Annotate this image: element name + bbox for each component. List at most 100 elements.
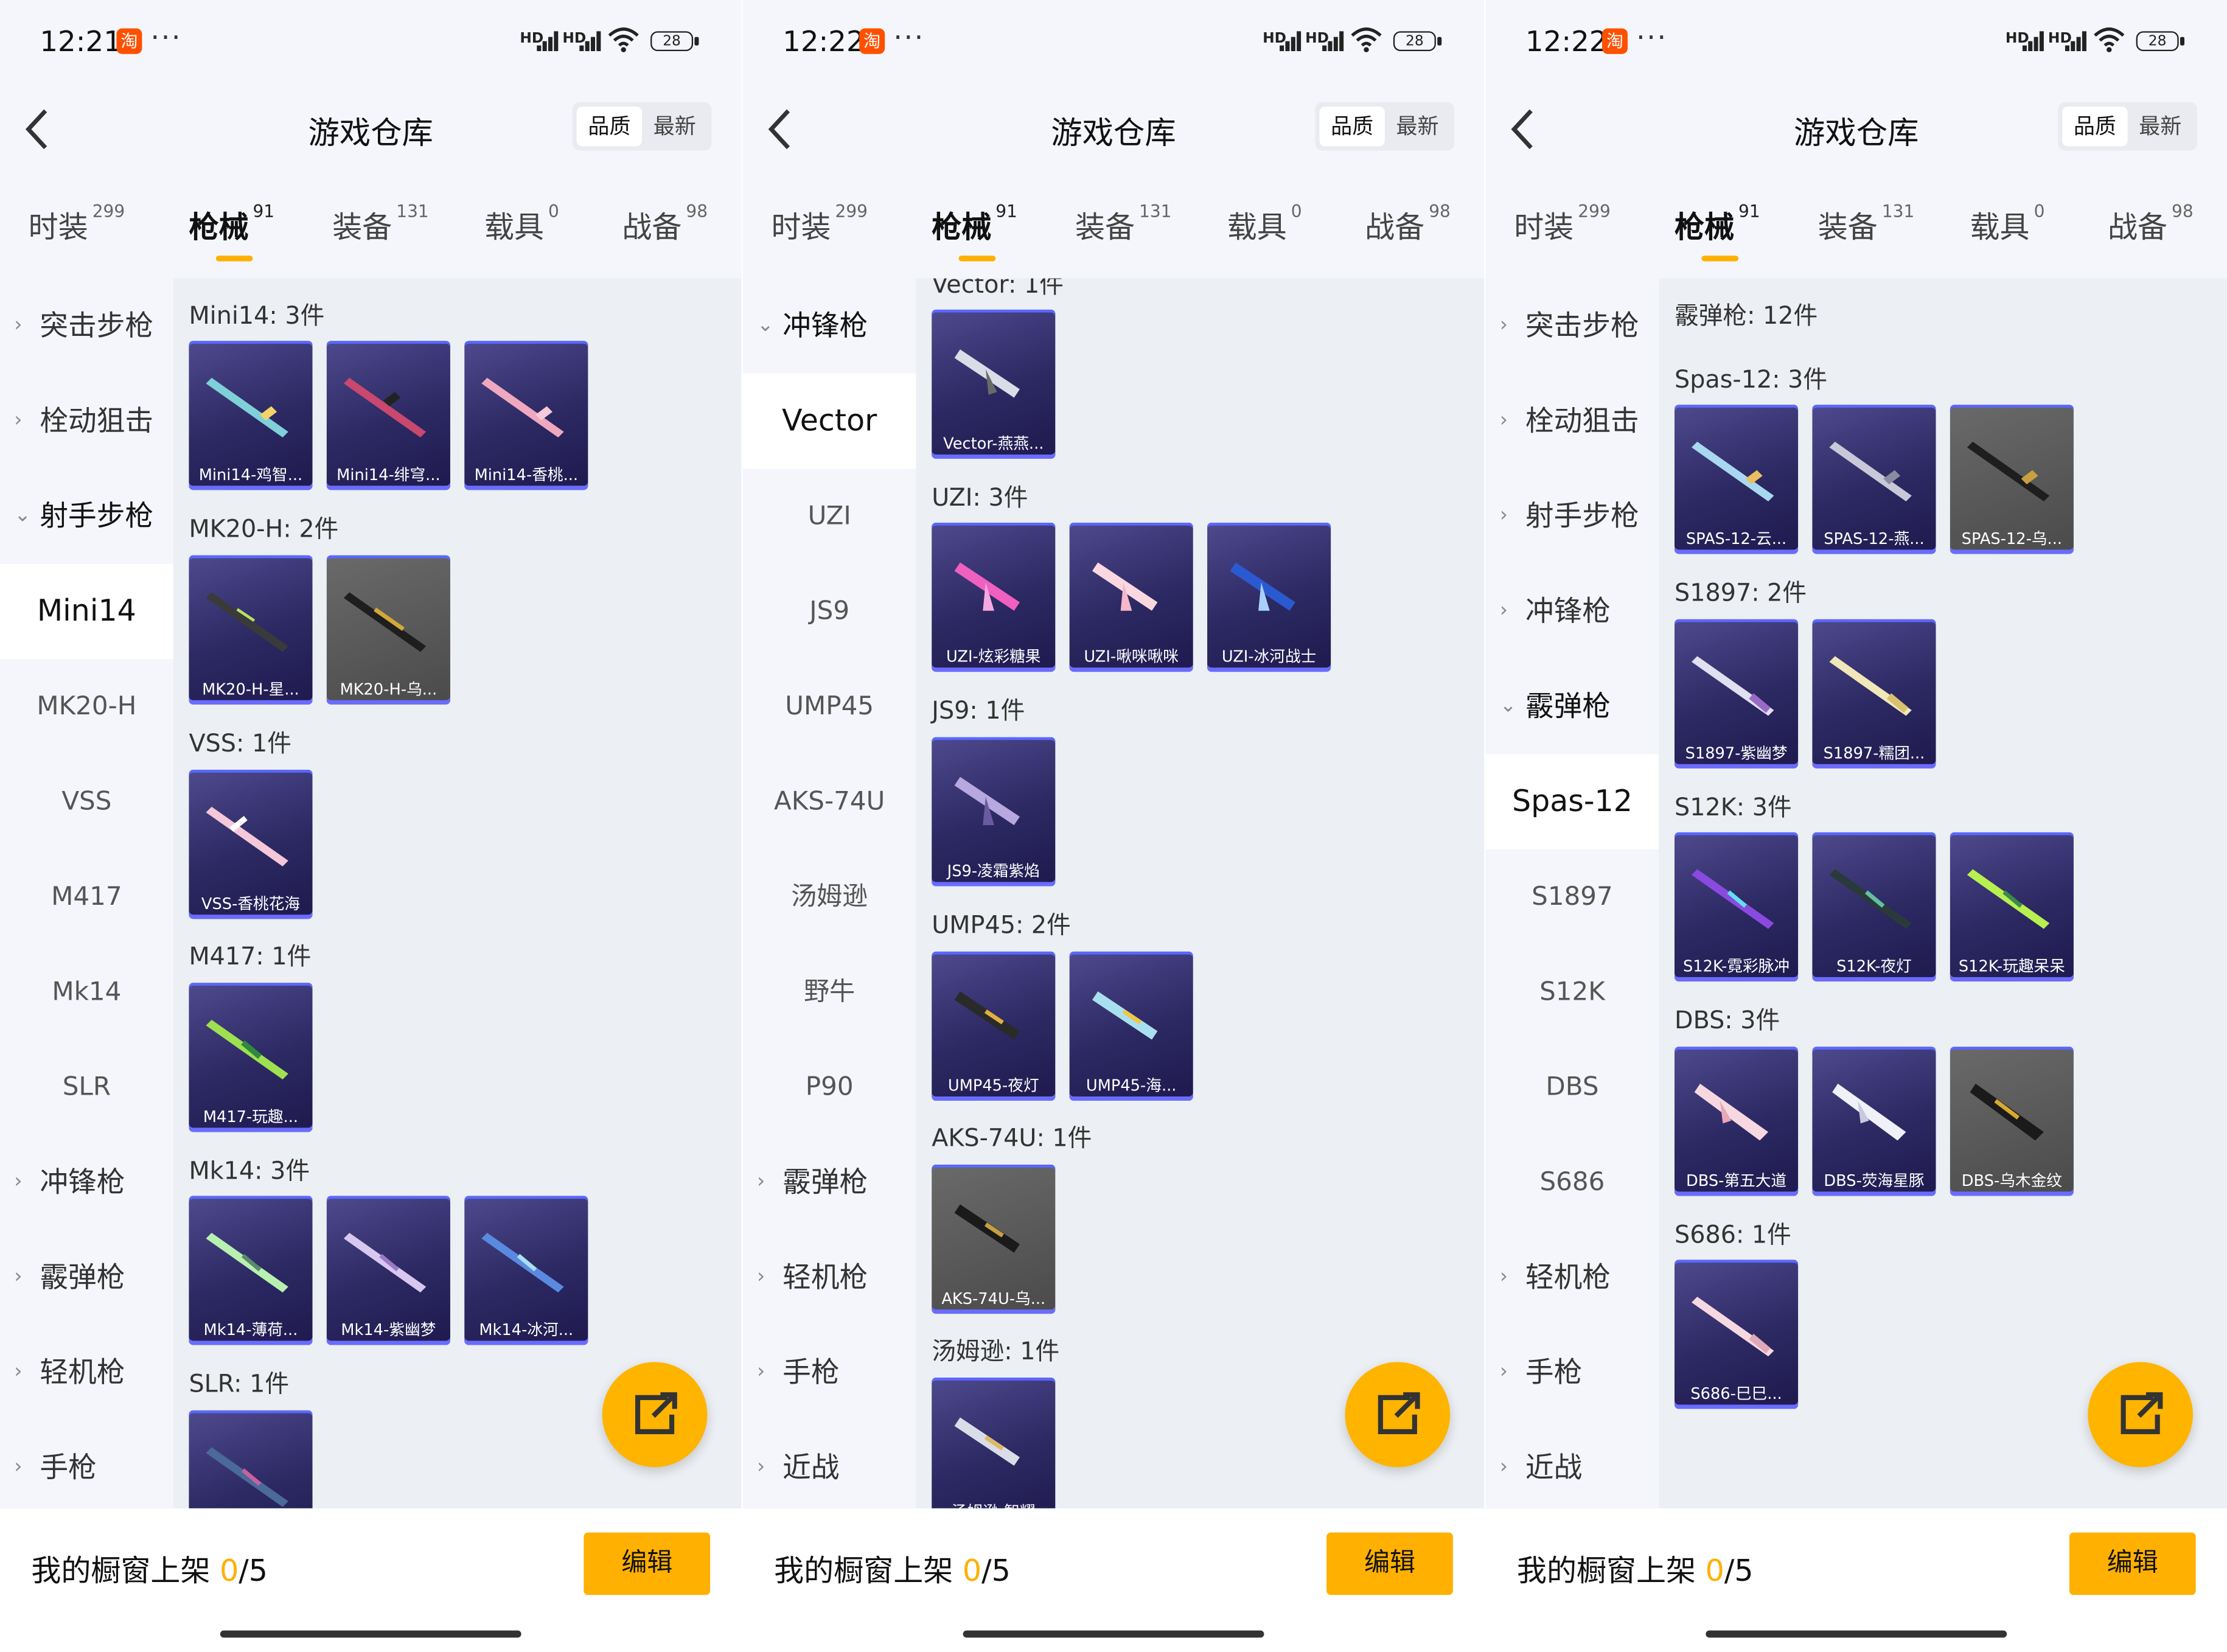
weapon-card[interactable]: S1897-糯团... (1812, 619, 1936, 768)
sidebar-item-lmg[interactable]: › 轻机枪 (743, 1230, 916, 1325)
edit-button[interactable]: 编辑 (1326, 1532, 1453, 1595)
share-fab-button[interactable] (602, 1362, 708, 1468)
tab-outfits[interactable]: 时装 299 (771, 201, 868, 247)
sidebar-item-mini14[interactable]: Mini14 (0, 563, 173, 660)
sidebar-item-bizon[interactable]: 野牛 (743, 944, 916, 1039)
sort-newest-button[interactable]: 最新 (1385, 106, 1450, 146)
weapon-card[interactable]: S12K-玩趣呆呆 (1950, 832, 2074, 981)
weapon-card[interactable]: UZI-啾咪啾咪 (1069, 522, 1193, 672)
weapon-card[interactable]: UMP45-海... (1069, 951, 1193, 1101)
sidebar-item-lmg[interactable]: › 轻机枪 (0, 1325, 173, 1420)
weapon-card[interactable]: S12K-夜灯 (1812, 832, 1936, 981)
sidebar-item-spas12[interactable]: Spas-12 (1485, 754, 1659, 849)
tab-supplies[interactable]: 战备 98 (622, 201, 708, 247)
tab-vehicles[interactable]: 载具 0 (484, 201, 559, 247)
sidebar-item-lmg[interactable]: › 轻机枪 (1486, 1230, 1659, 1325)
sidebar-item-dmr[interactable]: › 射手步枪 (1486, 469, 1659, 563)
weapon-card[interactable]: 汤姆逊-智耀 (932, 1378, 1056, 1508)
sidebar-item-assault-rifle[interactable]: › 突击步枪 (1486, 279, 1659, 374)
sidebar-item-vector[interactable]: Vector (742, 373, 916, 469)
edit-button[interactable]: 编辑 (584, 1532, 711, 1595)
sidebar-item-js9[interactable]: JS9 (743, 564, 916, 659)
sidebar-item-s12k[interactable]: S12K (1486, 944, 1659, 1039)
tab-equipment[interactable]: 装备 131 (332, 201, 429, 247)
weapon-card[interactable]: M417-玩趣... (189, 983, 313, 1132)
weapon-card[interactable]: UZI-炫彩糖果 (932, 522, 1056, 672)
sidebar-item-melee[interactable]: › 近战 (1486, 1420, 1659, 1508)
sidebar-item-pistol[interactable]: › 手枪 (743, 1325, 916, 1420)
sidebar-item-smg[interactable]: › 冲锋枪 (0, 1135, 173, 1230)
sidebar-item-ump45[interactable]: UMP45 (743, 659, 916, 754)
weapon-card[interactable]: UMP45-夜灯 (932, 951, 1056, 1101)
share-fab-button[interactable] (1345, 1362, 1451, 1468)
sidebar-item-s1897[interactable]: S1897 (1486, 849, 1659, 944)
weapon-card[interactable]: S686-巳巳... (1675, 1260, 1799, 1409)
sort-newest-button[interactable]: 最新 (2128, 106, 2193, 146)
weapon-card[interactable]: MK20-H-乌... (326, 555, 450, 705)
weapon-card[interactable]: Mini14-绯穹... (326, 341, 450, 490)
sidebar-item-slr[interactable]: SLR (0, 1040, 173, 1135)
sidebar-item-dbs[interactable]: DBS (1486, 1040, 1659, 1135)
sidebar-item-aks74u[interactable]: AKS-74U (743, 754, 916, 849)
weapon-card[interactable]: Mini14-鸡智... (189, 341, 313, 490)
tab-equipment[interactable]: 装备 131 (1818, 201, 1915, 247)
sidebar-item-bolt-sniper[interactable]: › 栓动狙击 (0, 374, 173, 469)
weapon-card[interactable]: S12K-霓彩脉冲 (1675, 832, 1799, 981)
sidebar-item-s686[interactable]: S686 (1486, 1135, 1659, 1230)
weapon-card[interactable]: SPAS-12-云... (1675, 405, 1799, 554)
home-indicator[interactable] (1706, 1630, 2007, 1638)
sidebar-item-melee[interactable]: › 近战 (743, 1420, 916, 1508)
weapon-card[interactable]: UZI-冰河战士 (1207, 522, 1331, 672)
weapon-card[interactable]: Vector-燕燕... (932, 309, 1056, 459)
tab-supplies[interactable]: 战备 98 (1365, 201, 1451, 247)
sidebar-item-assault-rifle[interactable]: › 突击步枪 (0, 279, 173, 374)
weapon-card[interactable]: JS9-凌霜紫焰 (932, 737, 1056, 887)
weapon-card[interactable]: Mini14-香桃... (464, 341, 588, 490)
weapon-card[interactable]: Mk14-紫幽梦 (326, 1196, 450, 1345)
sidebar-item-m417[interactable]: M417 (0, 849, 173, 944)
sidebar-item-smg[interactable]: ⌄ 冲锋枪 (743, 279, 916, 374)
sort-quality-button[interactable]: 品质 (2062, 106, 2128, 147)
tab-vehicles[interactable]: 载具 0 (1970, 201, 2045, 247)
home-indicator[interactable] (220, 1630, 521, 1638)
sort-newest-button[interactable]: 最新 (642, 106, 707, 146)
tab-supplies[interactable]: 战备 98 (2108, 201, 2194, 247)
sidebar-item-thompson[interactable]: 汤姆逊 (743, 849, 916, 944)
sidebar-item-p90[interactable]: P90 (743, 1040, 916, 1135)
weapon-card[interactable]: Mk14-薄荷... (189, 1196, 313, 1345)
sidebar-item-pistol[interactable]: › 手枪 (1486, 1325, 1659, 1420)
share-fab-button[interactable] (2088, 1362, 2194, 1468)
sidebar-item-bolt-sniper[interactable]: › 栓动狙击 (1486, 374, 1659, 469)
sidebar-item-shotgun[interactable]: ⌄ 霰弹枪 (1486, 659, 1659, 754)
sidebar-item-mk14[interactable]: Mk14 (0, 944, 173, 1039)
tab-equipment[interactable]: 装备 131 (1075, 201, 1172, 247)
sidebar-item-vss[interactable]: VSS (0, 754, 173, 849)
weapon-card[interactable]: AKS-74U-乌... (932, 1165, 1056, 1314)
sort-quality-button[interactable]: 品质 (1319, 106, 1385, 147)
tab-outfits[interactable]: 时装 299 (1514, 201, 1611, 247)
weapon-card[interactable]: DBS-乌木金纹 (1950, 1047, 2074, 1196)
weapon-card[interactable] (189, 1410, 313, 1508)
weapon-card[interactable]: SPAS-12-燕... (1812, 405, 1936, 554)
tab-outfits[interactable]: 时装 299 (29, 201, 125, 247)
weapon-card[interactable]: VSS-香桃花海 (189, 770, 313, 919)
weapon-card[interactable]: SPAS-12-乌... (1950, 405, 2074, 554)
sidebar-item-mk20h[interactable]: MK20-H (0, 659, 173, 754)
sidebar-item-uzi[interactable]: UZI (743, 469, 916, 563)
weapon-card[interactable]: MK20-H-星... (189, 555, 313, 705)
weapon-card[interactable]: Mk14-冰河... (464, 1196, 588, 1345)
sidebar-item-pistol[interactable]: › 手枪 (0, 1420, 173, 1508)
sidebar-item-dmr[interactable]: ⌄ 射手步枪 (0, 469, 173, 563)
edit-button[interactable]: 编辑 (2069, 1532, 2196, 1595)
tab-guns[interactable]: 枪械 91 (932, 201, 1017, 247)
tab-vehicles[interactable]: 载具 0 (1227, 201, 1302, 247)
sidebar-item-smg[interactable]: › 冲锋枪 (1486, 564, 1659, 659)
home-indicator[interactable] (963, 1630, 1264, 1638)
weapon-card[interactable]: DBS-第五大道 (1675, 1047, 1799, 1196)
tab-guns[interactable]: 枪械 91 (189, 201, 274, 247)
tab-guns[interactable]: 枪械 91 (1675, 201, 1760, 247)
weapon-card[interactable]: DBS-荧海星豚 (1812, 1047, 1936, 1196)
weapon-card[interactable]: S1897-紫幽梦 (1675, 619, 1799, 768)
sidebar-item-shotgun[interactable]: › 霰弹枪 (0, 1230, 173, 1325)
sort-quality-button[interactable]: 品质 (576, 106, 643, 147)
